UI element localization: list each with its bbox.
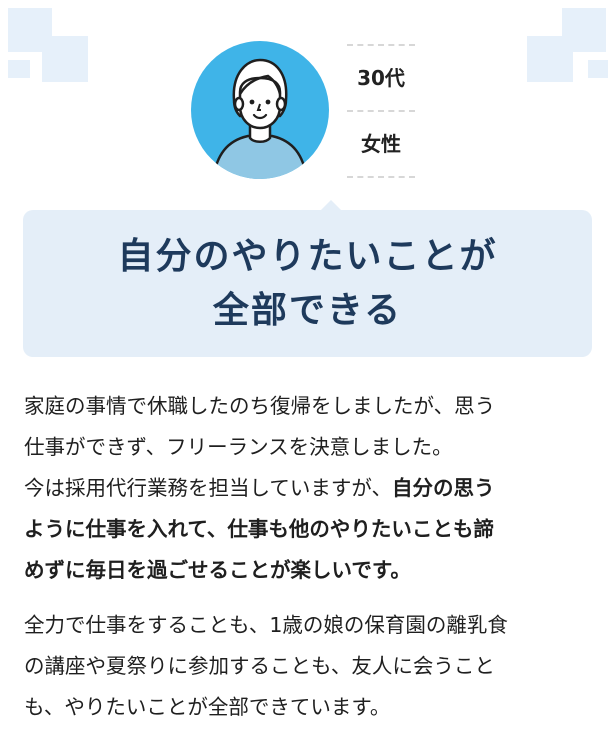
woman-avatar-icon xyxy=(190,40,330,180)
text-line: 全力で仕事をすることも、1歳の娘の保育園の離乳食 xyxy=(24,613,508,637)
profile-gender: 女性 xyxy=(361,132,401,156)
decor-square xyxy=(588,60,608,78)
testimonial-paragraph-1: 家庭の事情で休職したのち復帰をしましたが、思う 仕事ができず、フリーランスを決意… xyxy=(24,386,594,591)
text-line: も、やりたいことが全部できています。 xyxy=(24,695,391,719)
text-line: 今は採用代行業務を担当していますが、 xyxy=(24,476,392,500)
decor-square xyxy=(8,60,30,78)
testimonial-body: 家庭の事情で休職したのち復帰をしましたが、思う 仕事ができず、フリーランスを決意… xyxy=(24,386,594,728)
divider xyxy=(347,176,415,178)
profile-meta: 30代 女性 xyxy=(347,44,415,178)
emphasis-text: 自分の思う xyxy=(391,476,495,500)
emphasis-text: ように仕事を入れて、仕事も他のやりたいことも諦 xyxy=(24,517,494,541)
decor-square xyxy=(42,36,88,82)
emphasis-text: めずに毎日を過ごせることが楽しいです。 xyxy=(24,558,411,582)
text-line: 家庭の事情で休職したのち復帰をしましたが、思う xyxy=(24,394,496,418)
text-line: の講座や夏祭りに参加することも、友人に会うこと xyxy=(24,654,495,678)
text-line: 仕事ができず、フリーランスを決意しました。 xyxy=(24,435,453,459)
profile-age: 30代 xyxy=(357,66,405,90)
decor-square xyxy=(527,36,573,82)
headline-bubble: 自分のやりたいことが 全部できる xyxy=(23,200,592,357)
headline-line-2: 全部できる xyxy=(212,289,403,331)
testimonial-paragraph-2: 全力で仕事をすることも、1歳の娘の保育園の離乳食 の講座や夏祭りに参加することも… xyxy=(24,605,594,728)
headline-line-1: 自分のやりたいことが xyxy=(117,235,498,277)
